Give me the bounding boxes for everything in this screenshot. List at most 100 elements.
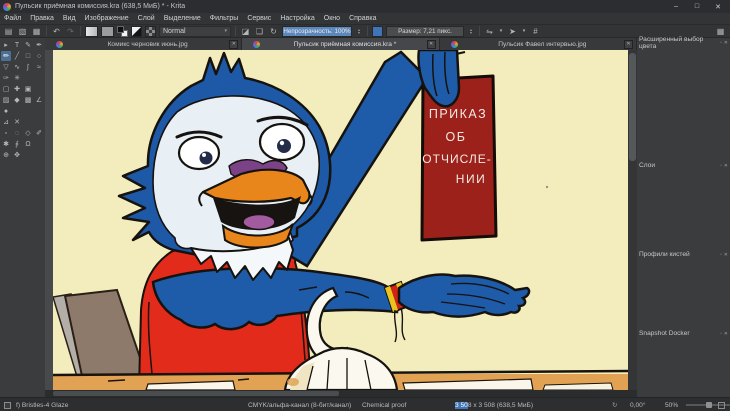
tool-freehand-brush[interactable] bbox=[1, 51, 11, 61]
tab-document-1[interactable]: Комикс черновик июнь.jpg bbox=[45, 38, 242, 50]
menu-select[interactable]: Выделение bbox=[164, 15, 201, 22]
new-document-icon[interactable] bbox=[3, 26, 14, 37]
menu-help[interactable]: Справка bbox=[349, 15, 376, 22]
open-folder-icon[interactable] bbox=[17, 26, 28, 37]
gradient-editor-icon[interactable] bbox=[131, 26, 142, 37]
canvas-rotation[interactable]: 0,00° bbox=[630, 398, 645, 411]
zoom-level[interactable]: 50% bbox=[665, 398, 678, 411]
tool-crop[interactable] bbox=[23, 84, 33, 94]
tool-multibrush[interactable] bbox=[12, 73, 22, 83]
tool-select-freehand[interactable] bbox=[34, 128, 44, 138]
menu-settings[interactable]: Настройка bbox=[280, 15, 314, 22]
tool-zoom[interactable] bbox=[1, 150, 11, 160]
mirror-horizontal-icon[interactable] bbox=[484, 26, 495, 37]
tool-rectangle[interactable] bbox=[23, 51, 33, 61]
float-docker-icon[interactable] bbox=[720, 252, 722, 258]
redo-icon[interactable] bbox=[65, 26, 76, 37]
tool-line[interactable] bbox=[12, 51, 22, 61]
reload-preset-icon[interactable] bbox=[254, 26, 265, 37]
close-docker-icon[interactable] bbox=[724, 331, 728, 337]
tool-polygon[interactable] bbox=[1, 62, 11, 72]
menu-image[interactable]: Изображение bbox=[85, 15, 129, 22]
tool-measure[interactable] bbox=[34, 95, 44, 105]
tool-fill[interactable] bbox=[1, 106, 11, 116]
selection-checkbox[interactable] bbox=[4, 402, 11, 409]
opacity-spinner[interactable] bbox=[355, 26, 363, 37]
tool-select-magnetic[interactable] bbox=[23, 139, 33, 149]
layers-docker-title: Слои bbox=[637, 161, 730, 170]
horizontal-scrollbar[interactable] bbox=[45, 390, 637, 397]
tool-bezier[interactable] bbox=[23, 62, 33, 72]
menu-layer[interactable]: Слой bbox=[138, 15, 155, 22]
mirror-options2-icon[interactable] bbox=[521, 26, 527, 37]
tool-select-rect[interactable] bbox=[1, 128, 11, 138]
tab-close-icon[interactable] bbox=[229, 40, 238, 49]
tool-select-shapes[interactable] bbox=[1, 40, 11, 50]
tab-document-2[interactable]: Пульсик приёмная комиссия.kra * bbox=[242, 38, 439, 50]
tool-select-ellipse[interactable] bbox=[12, 128, 22, 138]
menu-file[interactable]: Файл bbox=[4, 15, 21, 22]
tool-transform[interactable] bbox=[1, 84, 11, 94]
tool-calligraphy[interactable] bbox=[34, 40, 44, 50]
brush-color-swatch[interactable] bbox=[372, 26, 383, 37]
foreground-background-colors[interactable] bbox=[117, 26, 128, 37]
tool-move[interactable] bbox=[12, 84, 22, 94]
close-docker-icon[interactable] bbox=[724, 40, 728, 46]
zoom-fit-icon[interactable] bbox=[718, 402, 725, 409]
maximize-button[interactable] bbox=[687, 0, 707, 13]
tool-freehand-path[interactable] bbox=[34, 62, 44, 72]
menu-view[interactable]: Вид bbox=[63, 15, 76, 22]
close-button[interactable] bbox=[708, 0, 728, 13]
blend-mode-select[interactable]: Normal bbox=[159, 26, 231, 37]
tool-color-sampler[interactable] bbox=[12, 95, 22, 105]
tab-close-icon[interactable] bbox=[427, 40, 436, 49]
document-tab-bar: Комикс черновик июнь.jpg Пульсик приёмна… bbox=[45, 38, 637, 50]
tool-select-similar[interactable] bbox=[1, 139, 11, 149]
size-spinner[interactable] bbox=[467, 26, 475, 37]
eraser-icon[interactable] bbox=[240, 26, 251, 37]
float-docker-icon[interactable] bbox=[720, 163, 722, 169]
save-icon[interactable] bbox=[31, 26, 42, 37]
menu-edit[interactable]: Правка bbox=[30, 15, 54, 22]
tool-pattern-edit[interactable] bbox=[23, 95, 33, 105]
banner-line-4: НИИ bbox=[456, 172, 486, 186]
size-slider[interactable]: Размер: 7,21 пикс. bbox=[386, 26, 464, 37]
tool-smart-patch[interactable] bbox=[12, 117, 22, 127]
menu-window[interactable]: Окно bbox=[324, 15, 340, 22]
mirror-options-icon[interactable] bbox=[498, 26, 504, 37]
float-docker-icon[interactable] bbox=[720, 331, 722, 337]
tool-select-bezier[interactable] bbox=[12, 139, 22, 149]
pattern-swatch[interactable] bbox=[101, 26, 114, 37]
vertical-scrollbar[interactable] bbox=[628, 50, 637, 390]
tab-close-icon[interactable] bbox=[624, 40, 633, 49]
colorspace-info[interactable]: CMYK/альфа-канал (8-бит/канал) bbox=[248, 398, 351, 411]
menu-filter[interactable]: Фильтры bbox=[210, 15, 239, 22]
current-brush-name[interactable]: f) Bristles-4 Glaze bbox=[16, 398, 68, 411]
float-docker-icon[interactable] bbox=[720, 40, 722, 46]
menu-tools[interactable]: Сервис bbox=[247, 15, 271, 22]
gradient-swatch[interactable] bbox=[85, 26, 98, 37]
tool-assistants[interactable] bbox=[1, 117, 11, 127]
tool-polyline[interactable] bbox=[12, 62, 22, 72]
tool-pan[interactable] bbox=[12, 150, 22, 160]
tool-gradient[interactable] bbox=[1, 95, 11, 105]
rotation-reset-icon[interactable] bbox=[612, 398, 618, 411]
tool-text[interactable] bbox=[12, 40, 22, 50]
reload-icon[interactable] bbox=[268, 26, 279, 37]
tool-select-polygon[interactable] bbox=[23, 128, 33, 138]
close-docker-icon[interactable] bbox=[724, 252, 728, 258]
minimize-button[interactable] bbox=[666, 0, 686, 13]
wrap-around-icon[interactable] bbox=[530, 26, 541, 37]
mirror-vertical-icon[interactable] bbox=[507, 26, 518, 37]
tool-dynamic-brush[interactable] bbox=[1, 73, 11, 83]
pattern-editor-icon[interactable] bbox=[145, 26, 156, 37]
proofing-info[interactable]: Chemical proof bbox=[362, 398, 406, 411]
undo-icon[interactable] bbox=[51, 26, 62, 37]
status-bar: f) Bristles-4 Glaze CMYK/альфа-канал (8-… bbox=[0, 397, 730, 411]
tool-ellipse[interactable] bbox=[34, 51, 44, 61]
close-docker-icon[interactable] bbox=[724, 163, 728, 169]
tool-edit-shapes[interactable] bbox=[23, 40, 33, 50]
opacity-slider[interactable]: Непрозрачность: 100% bbox=[282, 26, 352, 37]
tab-document-3[interactable]: Пульсик Фавел интервью.jpg bbox=[440, 38, 637, 50]
canvas[interactable]: ПРИКАЗ ОБ ОТЧИСЛЕ- НИИ bbox=[53, 50, 628, 390]
